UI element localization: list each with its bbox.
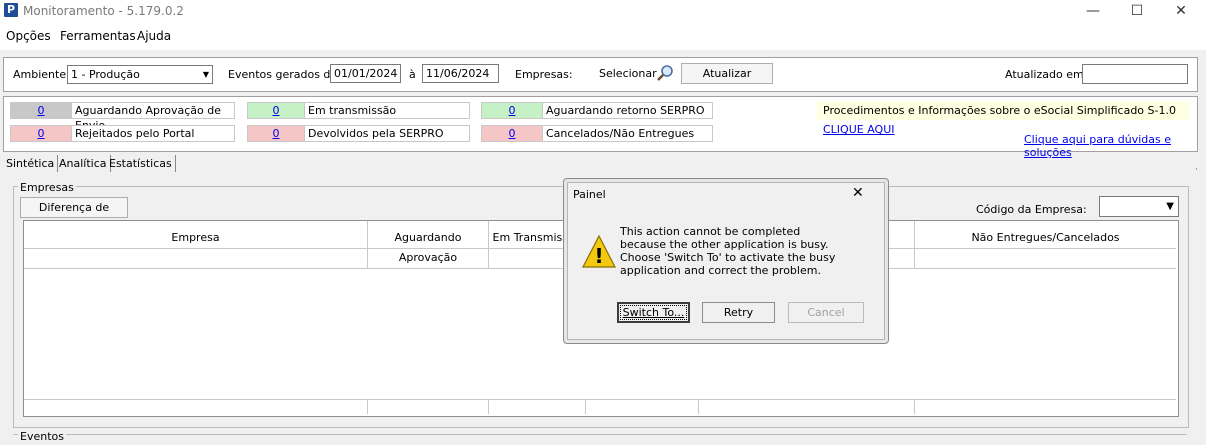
tab-estatisticas[interactable]: Estatísticas [106, 155, 176, 172]
col-empresa[interactable]: Empresa [24, 228, 367, 248]
em-transmissao-label: Em transmissão [305, 102, 470, 119]
dialog-title: Painel [573, 188, 606, 201]
grid-footer-line [24, 399, 1176, 400]
clique-aqui-link[interactable]: CLIQUE AQUI [823, 123, 895, 136]
aguardando-retorno-count[interactable]: 0 [481, 102, 543, 119]
aguardando-aprovacao-count[interactable]: 0 [10, 102, 72, 119]
date-separator: à [409, 68, 416, 81]
cancel-button: Cancel [788, 302, 864, 323]
eventos-group [13, 434, 1187, 445]
date-from-input[interactable]: 01/01/2024 [330, 64, 401, 83]
tab-analitica[interactable]: Analítica [56, 155, 111, 172]
resize-dot: · [1195, 165, 1198, 175]
switch-to-button[interactable]: Switch To... [617, 302, 690, 323]
atualizado-label: Atualizado em: [1005, 68, 1088, 81]
cancelados-count[interactable]: 0 [481, 125, 543, 142]
codigo-empresa-label: Código da Empresa: [976, 203, 1087, 216]
diferenca-valores-button[interactable]: Diferença de Valores [20, 197, 128, 233]
cancelados-label: Cancelados/Não Entregues [543, 125, 713, 142]
empresas-label: Empresas: [515, 68, 573, 81]
info-text: Procedimentos e Informações sobre o eSoc… [823, 104, 1176, 117]
close-window-button[interactable]: ✕ [1158, 0, 1204, 24]
retry-button[interactable]: Retry [702, 302, 775, 323]
em-transmissao-count[interactable]: 0 [247, 102, 305, 119]
menu-ferramentas[interactable]: Ferramentas [60, 29, 136, 43]
tab-sintetica[interactable]: Sintética [3, 155, 59, 172]
ambiente-value: 1 - Produção [71, 68, 140, 81]
maximize-button[interactable]: ☐ [1114, 0, 1160, 24]
selecionar-label: Selecionar [599, 67, 657, 80]
aguardando-aprovacao-label: Aguardando Aprovação de Envio [72, 102, 235, 132]
window-title: Monitoramento - 5.179.0.2 [23, 4, 184, 18]
dialog-close-button[interactable]: ✕ [852, 185, 864, 201]
search-icon [657, 65, 673, 81]
eventos-group-label: Eventos [18, 430, 66, 443]
info-banner: Procedimentos e Informações sobre o eSoc… [817, 101, 1189, 136]
help-link[interactable]: Clique aqui para dúvidas e soluções [1024, 133, 1206, 159]
grid-col-line [488, 400, 489, 414]
warning-glyph: ! [594, 244, 603, 268]
switch-to-label: Switch To... [619, 305, 688, 320]
app-logo-icon: P [4, 3, 18, 17]
chevron-down-icon: ▼ [202, 70, 209, 79]
rejeitados-label: Rejeitados pelo Portal [72, 125, 235, 142]
atualizar-button[interactable]: Atualizar [681, 63, 773, 84]
aguardando-retorno-label: Aguardando retorno SERPRO [543, 102, 713, 119]
devolvidos-count[interactable]: 0 [247, 125, 305, 142]
minimize-button[interactable]: — [1070, 0, 1116, 24]
devolvidos-label: Devolvidos pela SERPRO [305, 125, 470, 142]
col-nao-entregues[interactable]: Não Entregues/Cancelados [915, 228, 1176, 248]
codigo-empresa-select[interactable]: ▼ [1099, 196, 1179, 217]
selecionar-button[interactable]: Selecionar [584, 63, 678, 83]
empresas-group-label: Empresas [18, 181, 76, 194]
chevron-down-icon: ▼ [1166, 201, 1174, 212]
grid-col-line [914, 400, 915, 414]
menu-bar [0, 24, 1206, 50]
eventos-label: Eventos gerados de: [228, 68, 341, 81]
grid-col-line [698, 400, 699, 414]
menu-ajuda[interactable]: Ajuda [137, 29, 171, 43]
warning-icon: ! [582, 234, 616, 268]
ambiente-label: Ambiente: [13, 68, 70, 81]
grid-col-line [367, 400, 368, 414]
rejeitados-count[interactable]: 0 [10, 125, 72, 142]
menu-opcoes[interactable]: Opções [6, 29, 51, 43]
date-to-input[interactable]: 11/06/2024 [422, 64, 499, 83]
atualizado-field [1082, 64, 1188, 84]
col-aguardando-aprovacao[interactable]: Aguardando Aprovação [368, 228, 488, 264]
dialog-message: This action cannot be completed because … [620, 225, 836, 277]
grid-col-line [585, 400, 586, 414]
ambiente-select[interactable]: 1 - Produção ▼ [67, 65, 213, 84]
